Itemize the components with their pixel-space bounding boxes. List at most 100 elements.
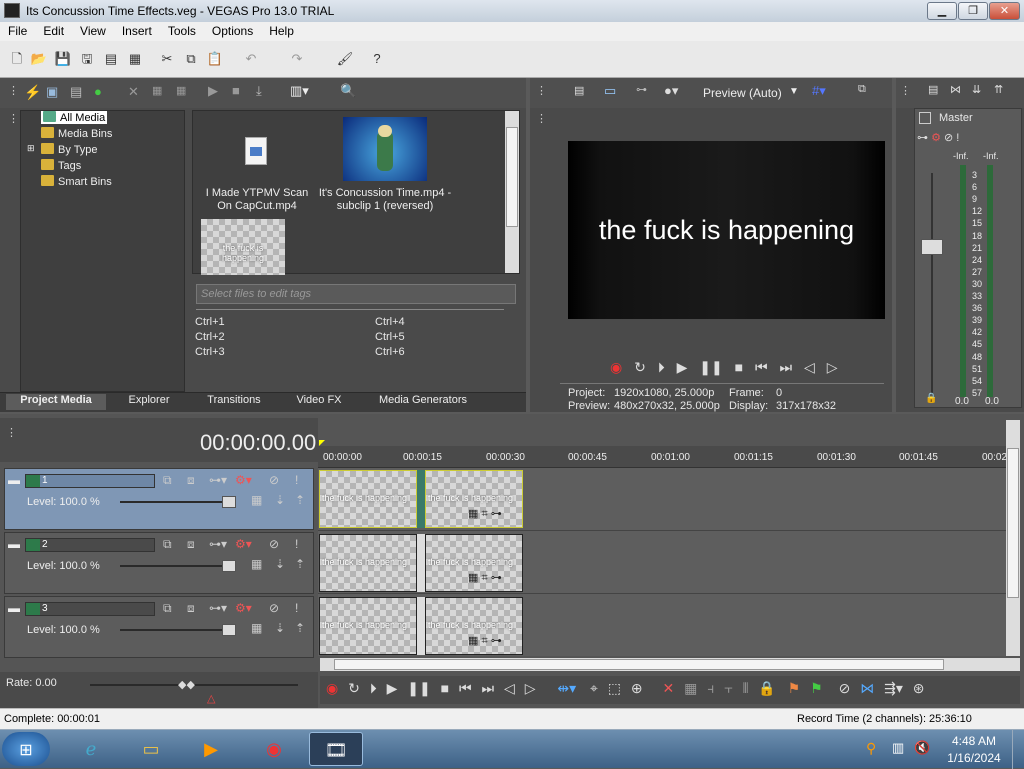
chrome-icon[interactable]: ◉: [247, 732, 301, 766]
mute-icon[interactable]: ⊘: [269, 601, 279, 615]
menu-edit[interactable]: Edit: [35, 22, 72, 38]
tab-transitions[interactable]: Transitions: [192, 394, 276, 410]
go-to-start-icon[interactable]: ⏮: [459, 680, 472, 696]
volume-muted-icon[interactable]: 🔇: [914, 740, 930, 756]
level-slider[interactable]: [120, 496, 236, 508]
track-header-3[interactable]: ▬ 3 ⧉ ⧈ ⊶▾ ⚙▾ ⊘ ! Level: 100.0 % ▦ ⇣ ⇡: [4, 596, 314, 658]
internet-explorer-icon[interactable]: ℯ: [64, 732, 118, 766]
media-item-label[interactable]: It's Concussion Time.mp4 - subclip 1 (re…: [317, 187, 453, 213]
io-icon[interactable]: ⊶: [917, 132, 928, 144]
open-icon[interactable]: 📂: [30, 50, 48, 68]
save-icon[interactable]: 💾: [54, 50, 72, 68]
compositing-icon[interactable]: ⧈: [187, 601, 195, 616]
close-button[interactable]: ✕: [989, 2, 1020, 20]
chevron-down-icon[interactable]: ▼: [789, 86, 799, 97]
external-monitor-icon[interactable]: ▭: [604, 83, 616, 99]
insert-region-icon[interactable]: ⚑: [810, 680, 823, 696]
text-media-thumbnail[interactable]: the fuck is happening: [201, 219, 285, 275]
tab-explorer[interactable]: Explorer: [112, 394, 186, 410]
overlays-icon[interactable]: ●▾: [664, 83, 678, 99]
tree-item-media-bins[interactable]: Media Bins: [41, 127, 112, 140]
insert-marker-icon[interactable]: ⚑: [788, 680, 801, 696]
clock-date[interactable]: 1/16/2024: [946, 751, 1002, 765]
render-icon[interactable]: ▤: [102, 50, 120, 68]
ripple-edit-icon[interactable]: ⇶▾: [884, 680, 903, 696]
video-file-icon[interactable]: [245, 137, 267, 165]
vertical-scrollbar[interactable]: [1006, 420, 1020, 656]
paste-icon[interactable]: 📋: [206, 50, 224, 68]
mute-icon[interactable]: ⊘: [944, 132, 953, 144]
selection-tool-icon[interactable]: ⬚: [608, 680, 621, 696]
parent-icon[interactable]: ⇣: [275, 493, 285, 507]
downmix-icon[interactable]: ⋈: [950, 83, 961, 96]
split-screen-icon[interactable]: ⊶: [636, 83, 647, 96]
video-event[interactable]: the fuck is happening: [319, 597, 417, 655]
save-as-icon[interactable]: 🖫: [78, 50, 96, 68]
vegas-taskbar-icon[interactable]: 🎞: [309, 732, 363, 766]
lock-icon[interactable]: 🔒: [925, 393, 937, 404]
shortcut-ctrl3[interactable]: Ctrl+3: [195, 346, 225, 358]
stop-media-icon[interactable]: ■: [232, 83, 240, 98]
pause-icon[interactable]: ❚❚: [699, 359, 722, 375]
whats-this-help-icon[interactable]: ?: [368, 50, 386, 68]
new-project-icon[interactable]: 🗋: [8, 50, 26, 68]
envelope-tool-icon[interactable]: ⌖: [590, 680, 598, 696]
tags-input[interactable]: Select files to edit tags: [196, 284, 516, 304]
auto-crossfade-icon[interactable]: ⋈: [860, 680, 874, 696]
views-icon[interactable]: ▥▾: [290, 83, 309, 99]
video-event[interactable]: the fuck is happening ▦ ⌗ ⊶: [425, 597, 523, 655]
go-to-start-icon[interactable]: ⏮: [755, 359, 768, 375]
tab-media-generators[interactable]: Media Generators: [362, 394, 484, 410]
delete-icon[interactable]: ✕: [663, 680, 675, 696]
web-icon[interactable]: ●: [94, 84, 102, 99]
media-player-icon[interactable]: ▶: [184, 732, 238, 766]
track-fx-icon[interactable]: ⚙▾: [235, 473, 252, 487]
track-name-field[interactable]: 1: [25, 474, 155, 488]
menu-options[interactable]: Options: [204, 22, 261, 38]
minimize-button[interactable]: ▁: [927, 2, 957, 20]
remove-icon[interactable]: ✕: [128, 84, 139, 100]
video-event[interactable]: the fuck is happening ▦ ⌗ ⊶: [425, 534, 523, 592]
go-to-end-icon[interactable]: ⏭: [482, 680, 495, 696]
split-icon[interactable]: ⫴: [743, 680, 749, 696]
mute-icon[interactable]: ⊘: [269, 473, 279, 487]
next-frame-icon[interactable]: ▷: [827, 359, 838, 375]
menu-view[interactable]: View: [72, 22, 114, 38]
redo-icon[interactable]: ↷: [288, 50, 306, 68]
horizontal-scrollbar[interactable]: [320, 658, 1020, 671]
copy-snapshot-icon[interactable]: ⧉: [858, 83, 866, 96]
trim-icon[interactable]: ▦: [684, 680, 697, 696]
track-header-2[interactable]: ▬ 2 ⧉ ⧈ ⊶▾ ⚙▾ ⊘ ! Level: 100.0 % ▦ ⇣ ⇡: [4, 532, 314, 594]
rate-slider-knob[interactable]: ◆◆: [178, 678, 195, 691]
solo-icon[interactable]: !: [295, 473, 298, 487]
shortcut-ctrl2[interactable]: Ctrl+2: [195, 331, 225, 343]
shortcut-ctrl6[interactable]: Ctrl+6: [375, 346, 405, 358]
level-slider[interactable]: [120, 560, 236, 572]
event-fx-icons[interactable]: ▦ ⌗ ⊶: [468, 634, 502, 648]
stop-icon[interactable]: ■: [441, 680, 449, 696]
tree-item-smart-bins[interactable]: Smart Bins: [41, 175, 112, 188]
record-icon[interactable]: ◉: [610, 359, 622, 375]
play-media-icon[interactable]: ▶: [208, 83, 218, 99]
automation-icon[interactable]: ▦: [251, 621, 262, 635]
play-icon[interactable]: ▶: [387, 680, 398, 696]
file-explorer-icon[interactable]: ▭: [124, 732, 178, 766]
undo-icon[interactable]: ↶: [242, 50, 260, 68]
solo-icon[interactable]: !: [295, 601, 298, 615]
meter-icon[interactable]: ⇈: [994, 83, 1003, 96]
copy-icon[interactable]: ⧉: [182, 50, 200, 68]
menu-file[interactable]: File: [0, 22, 35, 38]
automation-icon[interactable]: ▦: [251, 557, 262, 571]
master-fader-knob[interactable]: [921, 239, 943, 255]
prev-frame-icon[interactable]: ◁: [804, 359, 815, 375]
track-fx-icon[interactable]: ⚙▾: [235, 601, 252, 615]
record-icon[interactable]: ◉: [326, 680, 338, 696]
media-fx-icon[interactable]: ▦: [176, 84, 186, 97]
trim-end-icon[interactable]: ⫟: [724, 680, 732, 696]
brush-icon[interactable]: 🖌: [336, 50, 354, 68]
compositing-icon[interactable]: ⧈: [187, 537, 195, 552]
level-slider[interactable]: [120, 624, 236, 636]
play-from-start-icon[interactable]: ⏵: [370, 680, 377, 696]
track-minimize-icon[interactable]: ▬: [8, 601, 20, 615]
snapping-icon[interactable]: ⊘: [839, 680, 851, 696]
